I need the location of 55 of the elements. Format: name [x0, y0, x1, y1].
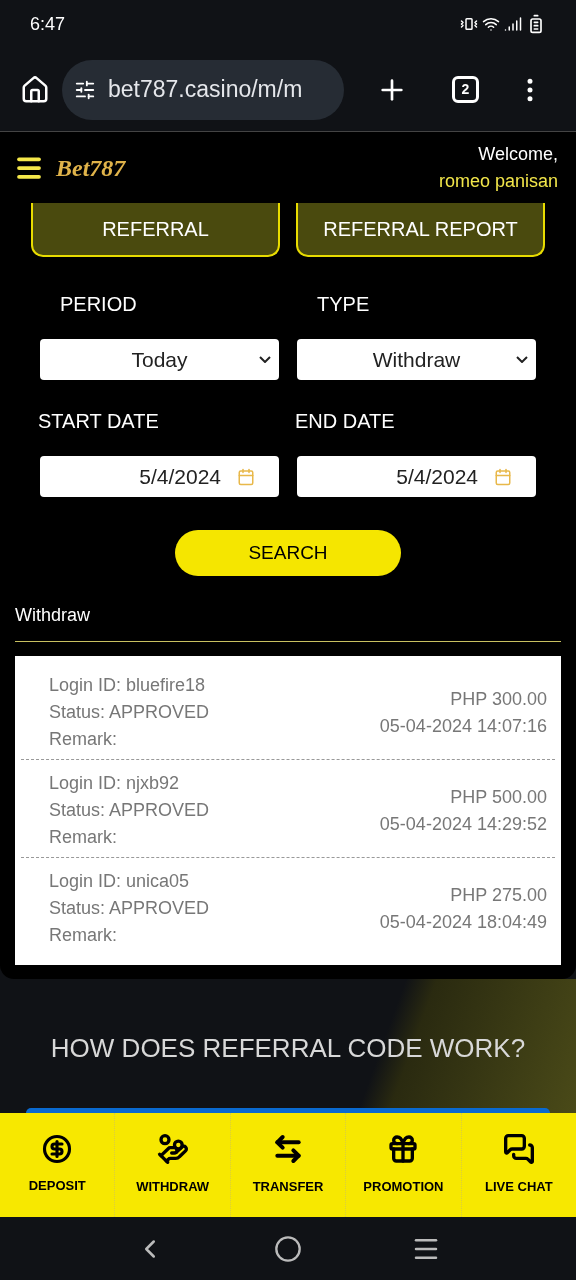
- url-text: bet787.casino/m/m: [108, 75, 303, 105]
- login-id: Login ID: njxb92: [49, 772, 181, 795]
- user-name: romeo panisan: [438, 170, 558, 193]
- coin-icon: [42, 1134, 73, 1165]
- status-text: Status: APPROVED: [49, 799, 210, 822]
- login-id: Login ID: bluefire18: [49, 674, 207, 697]
- gift-icon: [387, 1133, 420, 1166]
- amount-text: PHP 300.00: [450, 688, 547, 711]
- period-select[interactable]: Today: [40, 339, 279, 380]
- welcome-text: Welcome,: [478, 143, 558, 166]
- caret-icon: [516, 356, 528, 363]
- status-time: 6:47: [30, 12, 66, 36]
- field-label: START DATE: [38, 409, 160, 434]
- nav-item[interactable]: PROMOTION: [345, 1113, 461, 1217]
- transfer-icon: [272, 1133, 304, 1166]
- status-text: Status: APPROVED: [49, 701, 210, 724]
- type-select[interactable]: Withdraw: [297, 339, 536, 380]
- nav-item[interactable]: DEPOSIT: [0, 1113, 115, 1217]
- calendar-icon: [237, 467, 255, 486]
- vibrate-icon: [460, 15, 478, 33]
- address-bar[interactable]: bet787.casino/m/m: [62, 59, 344, 120]
- caret-icon: [259, 356, 271, 363]
- nav-item[interactable]: WITHDRAW: [114, 1113, 230, 1217]
- chat-icon: [502, 1133, 535, 1166]
- tab[interactable]: REFERRAL: [31, 203, 280, 257]
- home-icon[interactable]: [20, 74, 50, 105]
- field-label: END DATE: [295, 409, 396, 434]
- remark-text: Remark:: [49, 728, 118, 751]
- amount-text: PHP 500.00: [450, 786, 547, 809]
- section-title: Withdraw: [14, 604, 91, 627]
- date-text: 05-04-2024 14:07:16: [379, 715, 547, 738]
- wifi-icon: [482, 15, 500, 33]
- remark-text: Remark:: [49, 826, 118, 849]
- status-text: Status: APPROVED: [49, 897, 210, 920]
- field-label: PERIOD: [59, 292, 138, 317]
- signal-icon: [504, 15, 522, 33]
- hand-coin-icon: [156, 1133, 189, 1166]
- end-date-field[interactable]: 5/4/2024: [297, 456, 536, 497]
- nav-item[interactable]: TRANSFER: [229, 1113, 346, 1217]
- calendar-icon: [494, 467, 512, 486]
- amount-text: PHP 275.00: [450, 884, 547, 907]
- home-icon[interactable]: [274, 1234, 302, 1263]
- date-text: 05-04-2024 14:29:52: [379, 813, 547, 836]
- date-text: 05-04-2024 18:04:49: [379, 911, 547, 934]
- site-settings-icon: [74, 78, 96, 101]
- search-button[interactable]: SEARCH: [175, 530, 401, 576]
- nav-item[interactable]: LIVE CHAT: [460, 1113, 576, 1217]
- logo: Bet787: [56, 154, 126, 183]
- field-label: TYPE: [316, 292, 371, 317]
- remark-text: Remark:: [49, 924, 118, 947]
- tab[interactable]: REFERRAL REPORT: [296, 203, 545, 257]
- login-id: Login ID: unica05: [49, 870, 191, 893]
- tab-count[interactable]: 2: [452, 76, 479, 103]
- section-heading: HOW DOES REFERRAL CODE WORK?: [50, 1032, 526, 1065]
- start-date-field[interactable]: 5/4/2024: [40, 456, 279, 497]
